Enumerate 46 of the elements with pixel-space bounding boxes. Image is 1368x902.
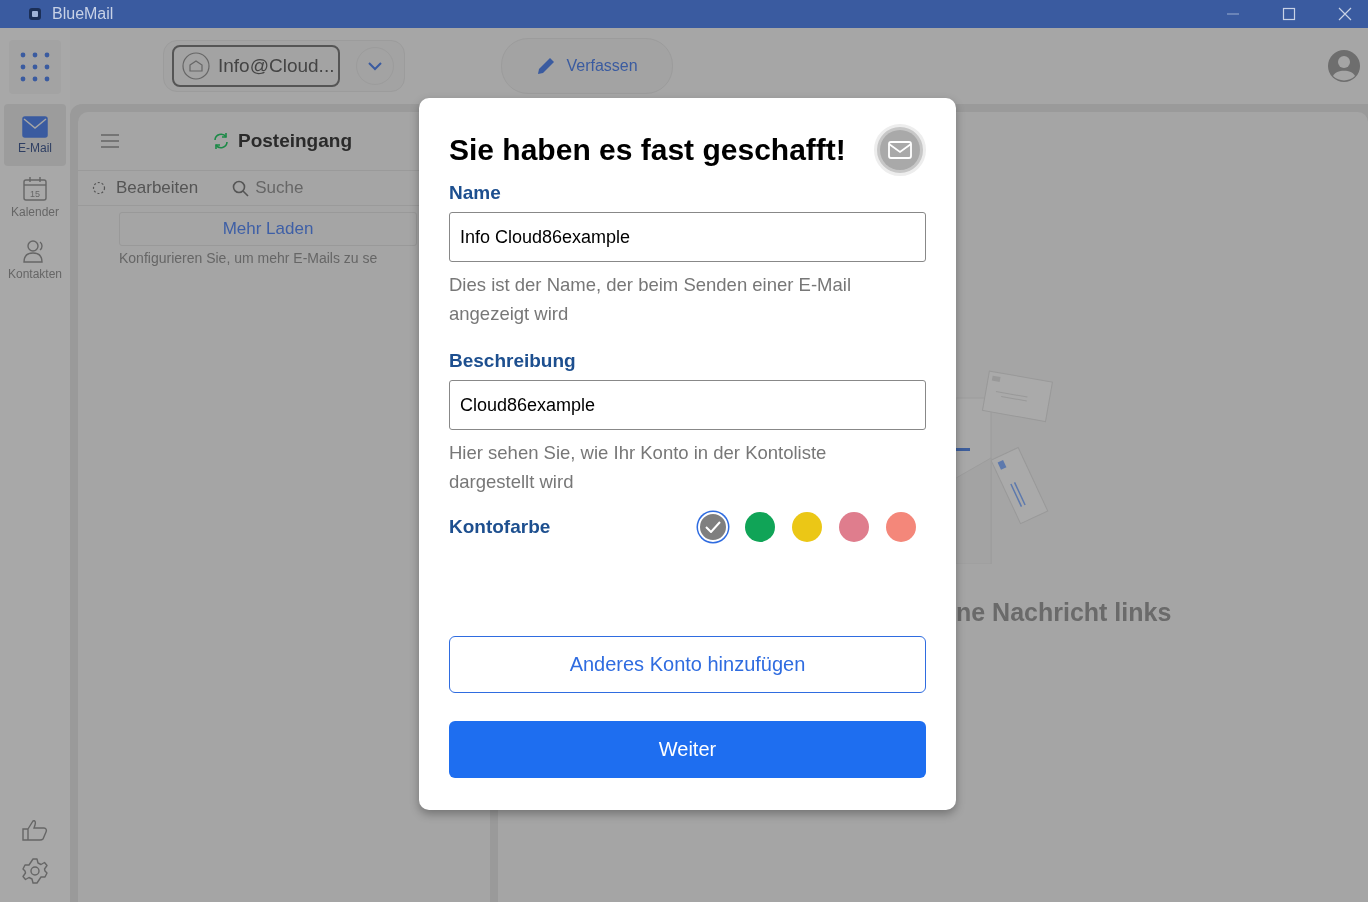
profile-avatar-icon[interactable] <box>1328 50 1360 82</box>
load-more-button[interactable]: Mehr Laden <box>119 212 417 246</box>
envelope-avatar-icon <box>874 124 926 176</box>
field-label: Beschreibung <box>449 350 577 372</box>
folder-title: Posteingang <box>238 130 352 152</box>
search-icon <box>232 179 250 197</box>
rail-item[interactable]: 15 Kalender <box>4 166 66 228</box>
color-swatch[interactable] <box>839 512 869 542</box>
dialog-title: Sie haben es fast geschafft! <box>449 133 846 167</box>
next-button[interactable]: Weiter <box>449 721 926 778</box>
edit-button[interactable]: Bearbeiten <box>92 178 199 198</box>
calendar-icon: 15 <box>22 175 48 202</box>
color-swatch[interactable] <box>698 512 728 542</box>
input-field[interactable]: Info Cloud86example <box>449 212 926 262</box>
compose-button[interactable]: Verfassen <box>501 38 673 94</box>
apps-grid-icon <box>20 52 50 82</box>
window-title: BlueMail <box>52 5 114 23</box>
help-text: Hier sehen Sie, wie Ihr Konto in der Kontoliste dargestellt wird <box>449 441 828 494</box>
input-field[interactable]: Cloud86example <box>449 380 926 430</box>
menu-icon[interactable] <box>100 134 120 148</box>
color-swatch[interactable] <box>886 512 916 542</box>
app-logo-icon <box>28 7 42 21</box>
search-field[interactable]: Suche <box>255 178 376 198</box>
account-button[interactable]: Info@Cloud... <box>172 45 341 87</box>
settings-icon[interactable] <box>22 858 48 884</box>
color-swatch[interactable] <box>792 512 822 542</box>
add-account-button[interactable]: Anderes Konto hinzufügen <box>449 636 926 693</box>
color-swatch[interactable] <box>745 512 775 542</box>
rail-item[interactable]: Kontakten <box>4 228 66 290</box>
hint-text: Konfigurieren Sie, um mehr E-Mails zu se <box>119 250 378 266</box>
checkmark-icon <box>705 521 721 533</box>
thumbs-up-icon[interactable] <box>22 818 48 842</box>
account-avatar-icon <box>182 52 210 80</box>
dashed-circle-icon <box>92 181 106 195</box>
chevron-down-icon <box>367 61 384 71</box>
apps-button[interactable] <box>9 40 61 94</box>
empty-state-message: ne Nachricht links <box>956 598 1172 627</box>
help-text: Dies ist der Name, der beim Senden einer E-Mail angezeigt wird <box>449 273 853 326</box>
rail-item[interactable]: E-Mail <box>4 104 66 166</box>
maximize-icon[interactable] <box>1282 7 1296 21</box>
field-label: Name <box>449 182 502 204</box>
sync-icon[interactable] <box>212 132 230 150</box>
close-icon[interactable] <box>1338 7 1352 21</box>
pencil-icon <box>536 56 557 76</box>
field-label: Kontofarbe <box>449 516 551 538</box>
envelope-icon <box>22 115 48 138</box>
